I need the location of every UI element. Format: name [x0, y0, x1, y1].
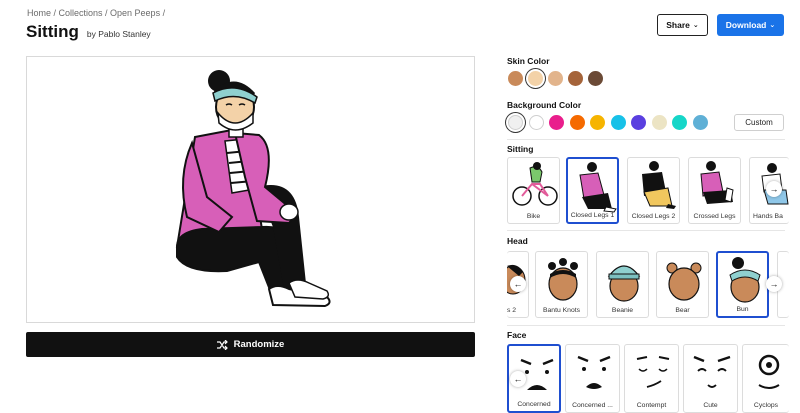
sitting-option-label: Bike	[526, 213, 541, 220]
head-label: Head	[507, 236, 528, 246]
sitting-option-closed-legs-1[interactable]: Closed Legs 1	[566, 157, 619, 224]
skin-color-label: Skin Color	[507, 56, 550, 66]
title-row: Sitting by Pablo Stanley	[26, 22, 151, 42]
background-color-swatch[interactable]	[631, 115, 646, 130]
shuffle-icon	[216, 339, 228, 350]
face-option-concerned-2[interactable]: Concerned ...	[565, 344, 620, 413]
head-option-beanie[interactable]: Beanie	[596, 251, 649, 318]
head-option-bantu-knots[interactable]: Bantu Knots	[535, 251, 588, 318]
skin-color-swatch[interactable]	[528, 71, 543, 86]
background-color-swatch[interactable]	[651, 115, 667, 130]
randomize-label: Randomize	[233, 339, 285, 350]
skin-color-swatch[interactable]	[568, 71, 583, 86]
background-color-swatch[interactable]	[508, 115, 523, 130]
head-option-bun[interactable]: Bun	[716, 251, 769, 318]
sitting-option-label: Closed Legs 1	[570, 212, 615, 219]
background-color-swatch[interactable]	[692, 115, 708, 130]
skin-color-swatch[interactable]	[588, 71, 603, 86]
sitting-person-illustration	[175, 70, 331, 308]
page-title: Sitting	[26, 22, 79, 41]
face-option-contempt[interactable]: Contempt	[624, 344, 679, 413]
arrow-left-icon[interactable]: ←	[510, 371, 526, 387]
sitting-option-label: Crossed Legs	[693, 213, 736, 220]
background-color-swatch[interactable]	[569, 115, 585, 130]
sitting-option-label: Closed Legs 2	[631, 213, 676, 220]
skin-color-swatch[interactable]	[548, 71, 563, 86]
arrow-right-icon[interactable]: →	[766, 276, 782, 292]
author-credit[interactable]: by Pablo Stanley	[87, 29, 151, 39]
chevron-down-icon: ⌄	[692, 22, 699, 29]
face-label: Face	[507, 330, 527, 340]
download-label: Download	[725, 20, 767, 30]
face-option-label: Cute	[703, 402, 718, 409]
arrow-left-icon[interactable]: ←	[510, 276, 526, 292]
illustration-canvas	[26, 56, 475, 323]
head-option-label: Bun	[736, 306, 749, 313]
sitting-option-label: Hands Ba	[753, 213, 783, 220]
skin-color-swatch[interactable]	[508, 71, 523, 86]
sitting-label: Sitting	[507, 144, 534, 154]
head-option-bear[interactable]: Bear	[656, 251, 709, 318]
sitting-option-closed-legs-2[interactable]: Closed Legs 2	[627, 157, 680, 224]
face-option-label: Concerned	[517, 401, 551, 408]
share-button[interactable]: Share ⌄	[657, 14, 708, 36]
face-option-cyclops[interactable]: Cyclops	[742, 344, 789, 413]
face-option-cute[interactable]: Cute	[683, 344, 738, 413]
head-option-label: s 2	[507, 307, 517, 314]
chevron-down-icon: ⌄	[769, 22, 776, 29]
share-label: Share	[666, 20, 690, 30]
background-color-label: Background Color	[507, 100, 582, 110]
background-color-swatch[interactable]	[528, 115, 544, 130]
divider	[507, 325, 785, 326]
background-color-swatch[interactable]	[590, 115, 605, 130]
divider	[507, 230, 785, 231]
sitting-option-crossed-legs[interactable]: Crossed Legs	[688, 157, 741, 224]
head-option-label: Bantu Knots	[542, 307, 581, 314]
sitting-option-bike[interactable]: Bike	[507, 157, 560, 224]
divider	[507, 139, 785, 140]
face-option-label: Contempt	[636, 402, 667, 409]
background-color-swatch[interactable]	[672, 115, 687, 130]
head-option-label: Bear	[675, 307, 690, 314]
background-color-swatch[interactable]	[610, 115, 626, 130]
custom-color-button[interactable]: Custom	[734, 114, 784, 131]
background-color-swatch[interactable]	[549, 115, 564, 130]
download-button[interactable]: Download ⌄	[717, 14, 784, 36]
face-option-label: Cyclops	[753, 402, 779, 409]
breadcrumb[interactable]: Home / Collections / Open Peeps /	[27, 8, 165, 18]
face-option-label: Concerned ...	[572, 402, 613, 409]
randomize-button[interactable]: Randomize	[26, 332, 475, 357]
head-option-label: Beanie	[611, 307, 634, 314]
arrow-right-icon[interactable]: →	[766, 181, 782, 197]
